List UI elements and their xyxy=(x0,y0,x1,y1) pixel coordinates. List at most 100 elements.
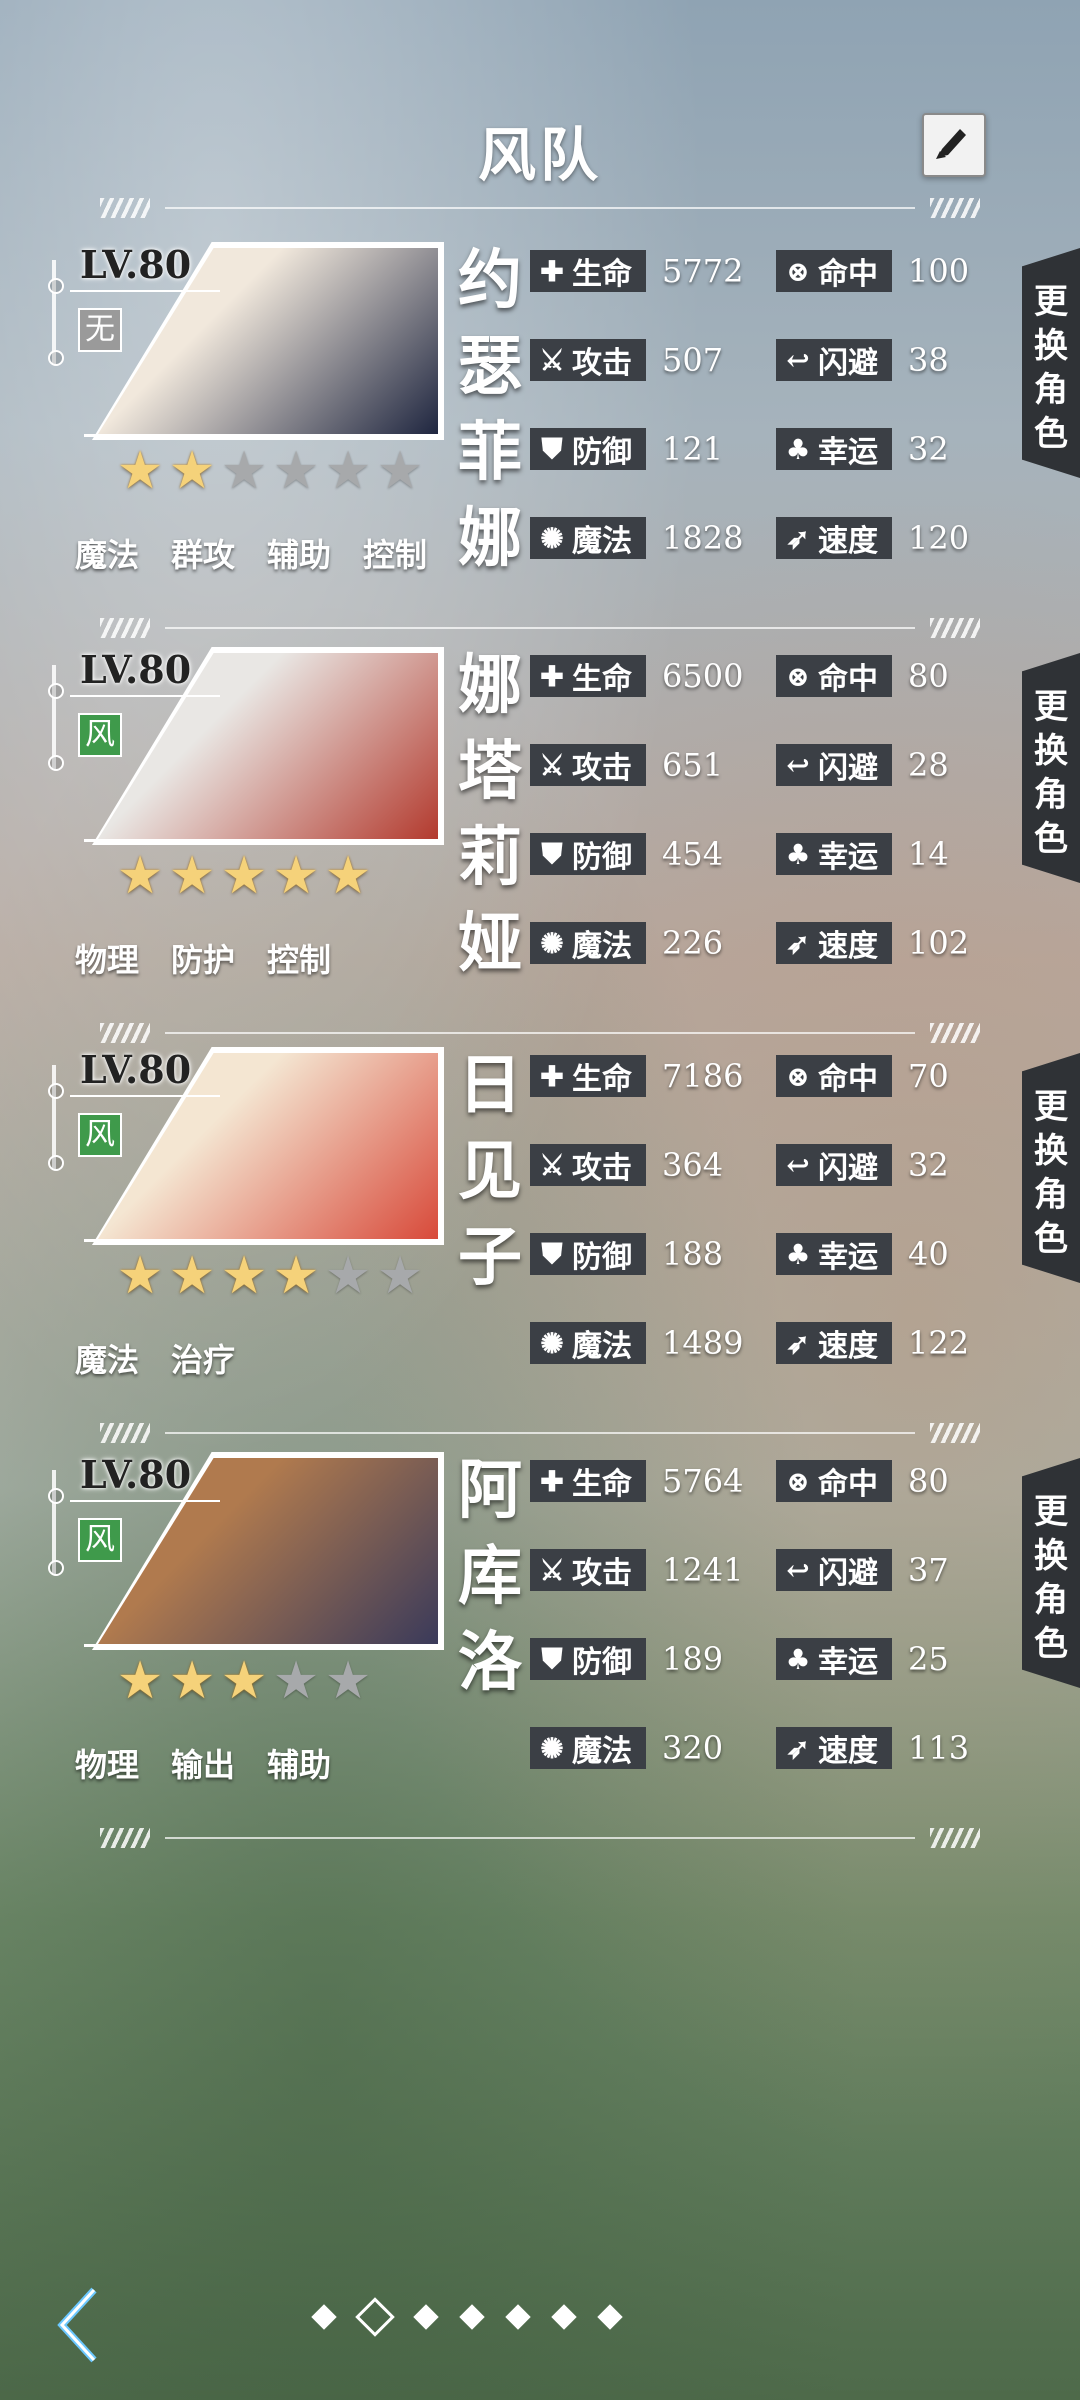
role-tag: 治疗 xyxy=(171,1341,236,1379)
stat-label: 速度 xyxy=(818,929,878,964)
stat-label-pill: ➶ 速度 xyxy=(776,1322,892,1364)
stat-hit: ⊗ 命中 70 xyxy=(776,1053,949,1099)
star-icon: ★ xyxy=(376,441,424,501)
stat-value: 188 xyxy=(662,1235,724,1273)
stat-hp: ✚ 生命 6500 xyxy=(530,653,743,699)
stat-value: 32 xyxy=(908,430,949,468)
stat-atk: ⚔ 攻击 364 xyxy=(530,1142,723,1188)
pencil-icon xyxy=(936,129,966,159)
swap-label: 更换角色 xyxy=(1034,1087,1068,1259)
star-icon: ★ xyxy=(220,1246,268,1306)
magic-icon: ✺ xyxy=(540,521,564,555)
stat-value: 189 xyxy=(662,1640,724,1678)
dodge-icon: ↩ xyxy=(786,1148,810,1182)
page-dot[interactable] xyxy=(355,2297,395,2337)
page-dot[interactable] xyxy=(413,2304,439,2330)
star-icon: ★ xyxy=(220,441,268,501)
stat-luck: ♣ 幸运 14 xyxy=(776,831,949,877)
star-icon: ★ xyxy=(272,1651,320,1711)
stat-value: 121 xyxy=(662,430,724,468)
stat-label: 命中 xyxy=(818,662,878,697)
stat-dodge: ↩ 闪避 32 xyxy=(776,1142,949,1188)
team-title: 风队 xyxy=(477,121,602,189)
stat-value: 5764 xyxy=(662,1462,744,1500)
stat-value: 40 xyxy=(908,1235,949,1273)
stat-label: 魔法 xyxy=(572,524,632,559)
role-tag: 物理 xyxy=(75,941,140,979)
stat-spd: ➶ 速度 120 xyxy=(776,515,969,561)
stat-label-pill: ✚ 生命 xyxy=(530,1055,646,1097)
stat-label-pill: ➶ 速度 xyxy=(776,517,892,559)
role-tags: 物理 输出 辅助 xyxy=(75,1740,331,1786)
character-name: 阿库洛 xyxy=(458,1453,522,1700)
stat-label-pill: ⛊ 防御 xyxy=(530,833,646,875)
swap-character-button[interactable]: 更换角色 xyxy=(1022,1458,1080,1688)
portrait-underline xyxy=(84,839,444,842)
stat-luck: ♣ 幸运 32 xyxy=(776,426,949,472)
chevron-left-icon xyxy=(57,2287,97,2363)
star-icon: ★ xyxy=(324,1651,372,1711)
stat-hit: ⊗ 命中 80 xyxy=(776,1458,949,1504)
clover-icon: ♣ xyxy=(785,837,811,871)
star-icon: ★ xyxy=(116,1246,164,1306)
back-button[interactable] xyxy=(40,2280,120,2370)
swap-character-button[interactable]: 更换角色 xyxy=(1022,1053,1080,1283)
portrait-underline xyxy=(84,434,444,437)
stat-spd: ➶ 速度 122 xyxy=(776,1320,969,1366)
stat-value: 5772 xyxy=(662,252,744,290)
stat-label: 闪避 xyxy=(818,1151,878,1186)
swap-label: 更换角色 xyxy=(1034,687,1068,859)
shield-icon: ⛊ xyxy=(541,432,563,465)
stat-label-pill: ↩ 闪避 xyxy=(776,339,892,381)
section-divider xyxy=(100,188,980,228)
magic-icon: ✺ xyxy=(540,926,564,960)
swap-character-button[interactable]: 更换角色 xyxy=(1022,248,1080,478)
level-underline xyxy=(70,1500,220,1502)
target-icon: ⊗ xyxy=(786,1464,810,1498)
level-underline xyxy=(70,290,220,292)
stat-label: 速度 xyxy=(818,524,878,559)
page-dot[interactable] xyxy=(551,2304,577,2330)
stat-value: 14 xyxy=(908,835,949,873)
edit-team-button[interactable] xyxy=(922,113,986,177)
swap-character-button[interactable]: 更换角色 xyxy=(1022,653,1080,883)
role-tag: 输出 xyxy=(171,1746,236,1784)
stat-def: ⛊ 防御 188 xyxy=(530,1231,723,1277)
sword-icon: ⚔ xyxy=(539,748,565,782)
stat-mag: ✺ 魔法 320 xyxy=(530,1725,723,1771)
element-badge: 风 xyxy=(78,1113,122,1157)
role-tag: 群攻 xyxy=(171,536,236,574)
card-dot xyxy=(48,350,64,366)
page-dot[interactable] xyxy=(597,2304,623,2330)
card-dot xyxy=(48,1560,64,1576)
page-dot[interactable] xyxy=(311,2304,337,2330)
role-tag: 辅助 xyxy=(267,1746,332,1784)
clover-icon: ♣ xyxy=(785,1237,811,1271)
stat-value: 1241 xyxy=(662,1551,744,1589)
level-underline xyxy=(70,1095,220,1097)
page-dot[interactable] xyxy=(459,2304,485,2330)
star-icon: ★ xyxy=(324,1246,372,1306)
page-dot[interactable] xyxy=(505,2304,531,2330)
stat-label: 魔法 xyxy=(572,1734,632,1769)
star-icon: ★ xyxy=(272,441,320,501)
stat-label: 生命 xyxy=(572,1467,632,1502)
stat-label: 闪避 xyxy=(818,751,878,786)
stat-value: 226 xyxy=(662,924,724,962)
stat-label: 防御 xyxy=(572,1240,632,1275)
stat-value: 80 xyxy=(908,657,949,695)
plus-icon: ✚ xyxy=(540,1464,564,1498)
stat-value: 1489 xyxy=(662,1324,744,1362)
card-dot xyxy=(48,1083,64,1099)
card-dot xyxy=(48,683,64,699)
magic-icon: ✺ xyxy=(540,1326,564,1360)
clover-icon: ♣ xyxy=(785,432,811,466)
stat-value: 38 xyxy=(908,341,949,379)
role-tag: 辅助 xyxy=(267,536,332,574)
stat-value: 6500 xyxy=(662,657,744,695)
stat-label-pill: ⛊ 防御 xyxy=(530,1233,646,1275)
star-rating: ★ ★ ★ ★ ★ ★ xyxy=(115,441,425,501)
stat-label-pill: ♣ 幸运 xyxy=(776,833,892,875)
stat-dodge: ↩ 闪避 28 xyxy=(776,742,949,788)
star-icon: ★ xyxy=(168,1246,216,1306)
